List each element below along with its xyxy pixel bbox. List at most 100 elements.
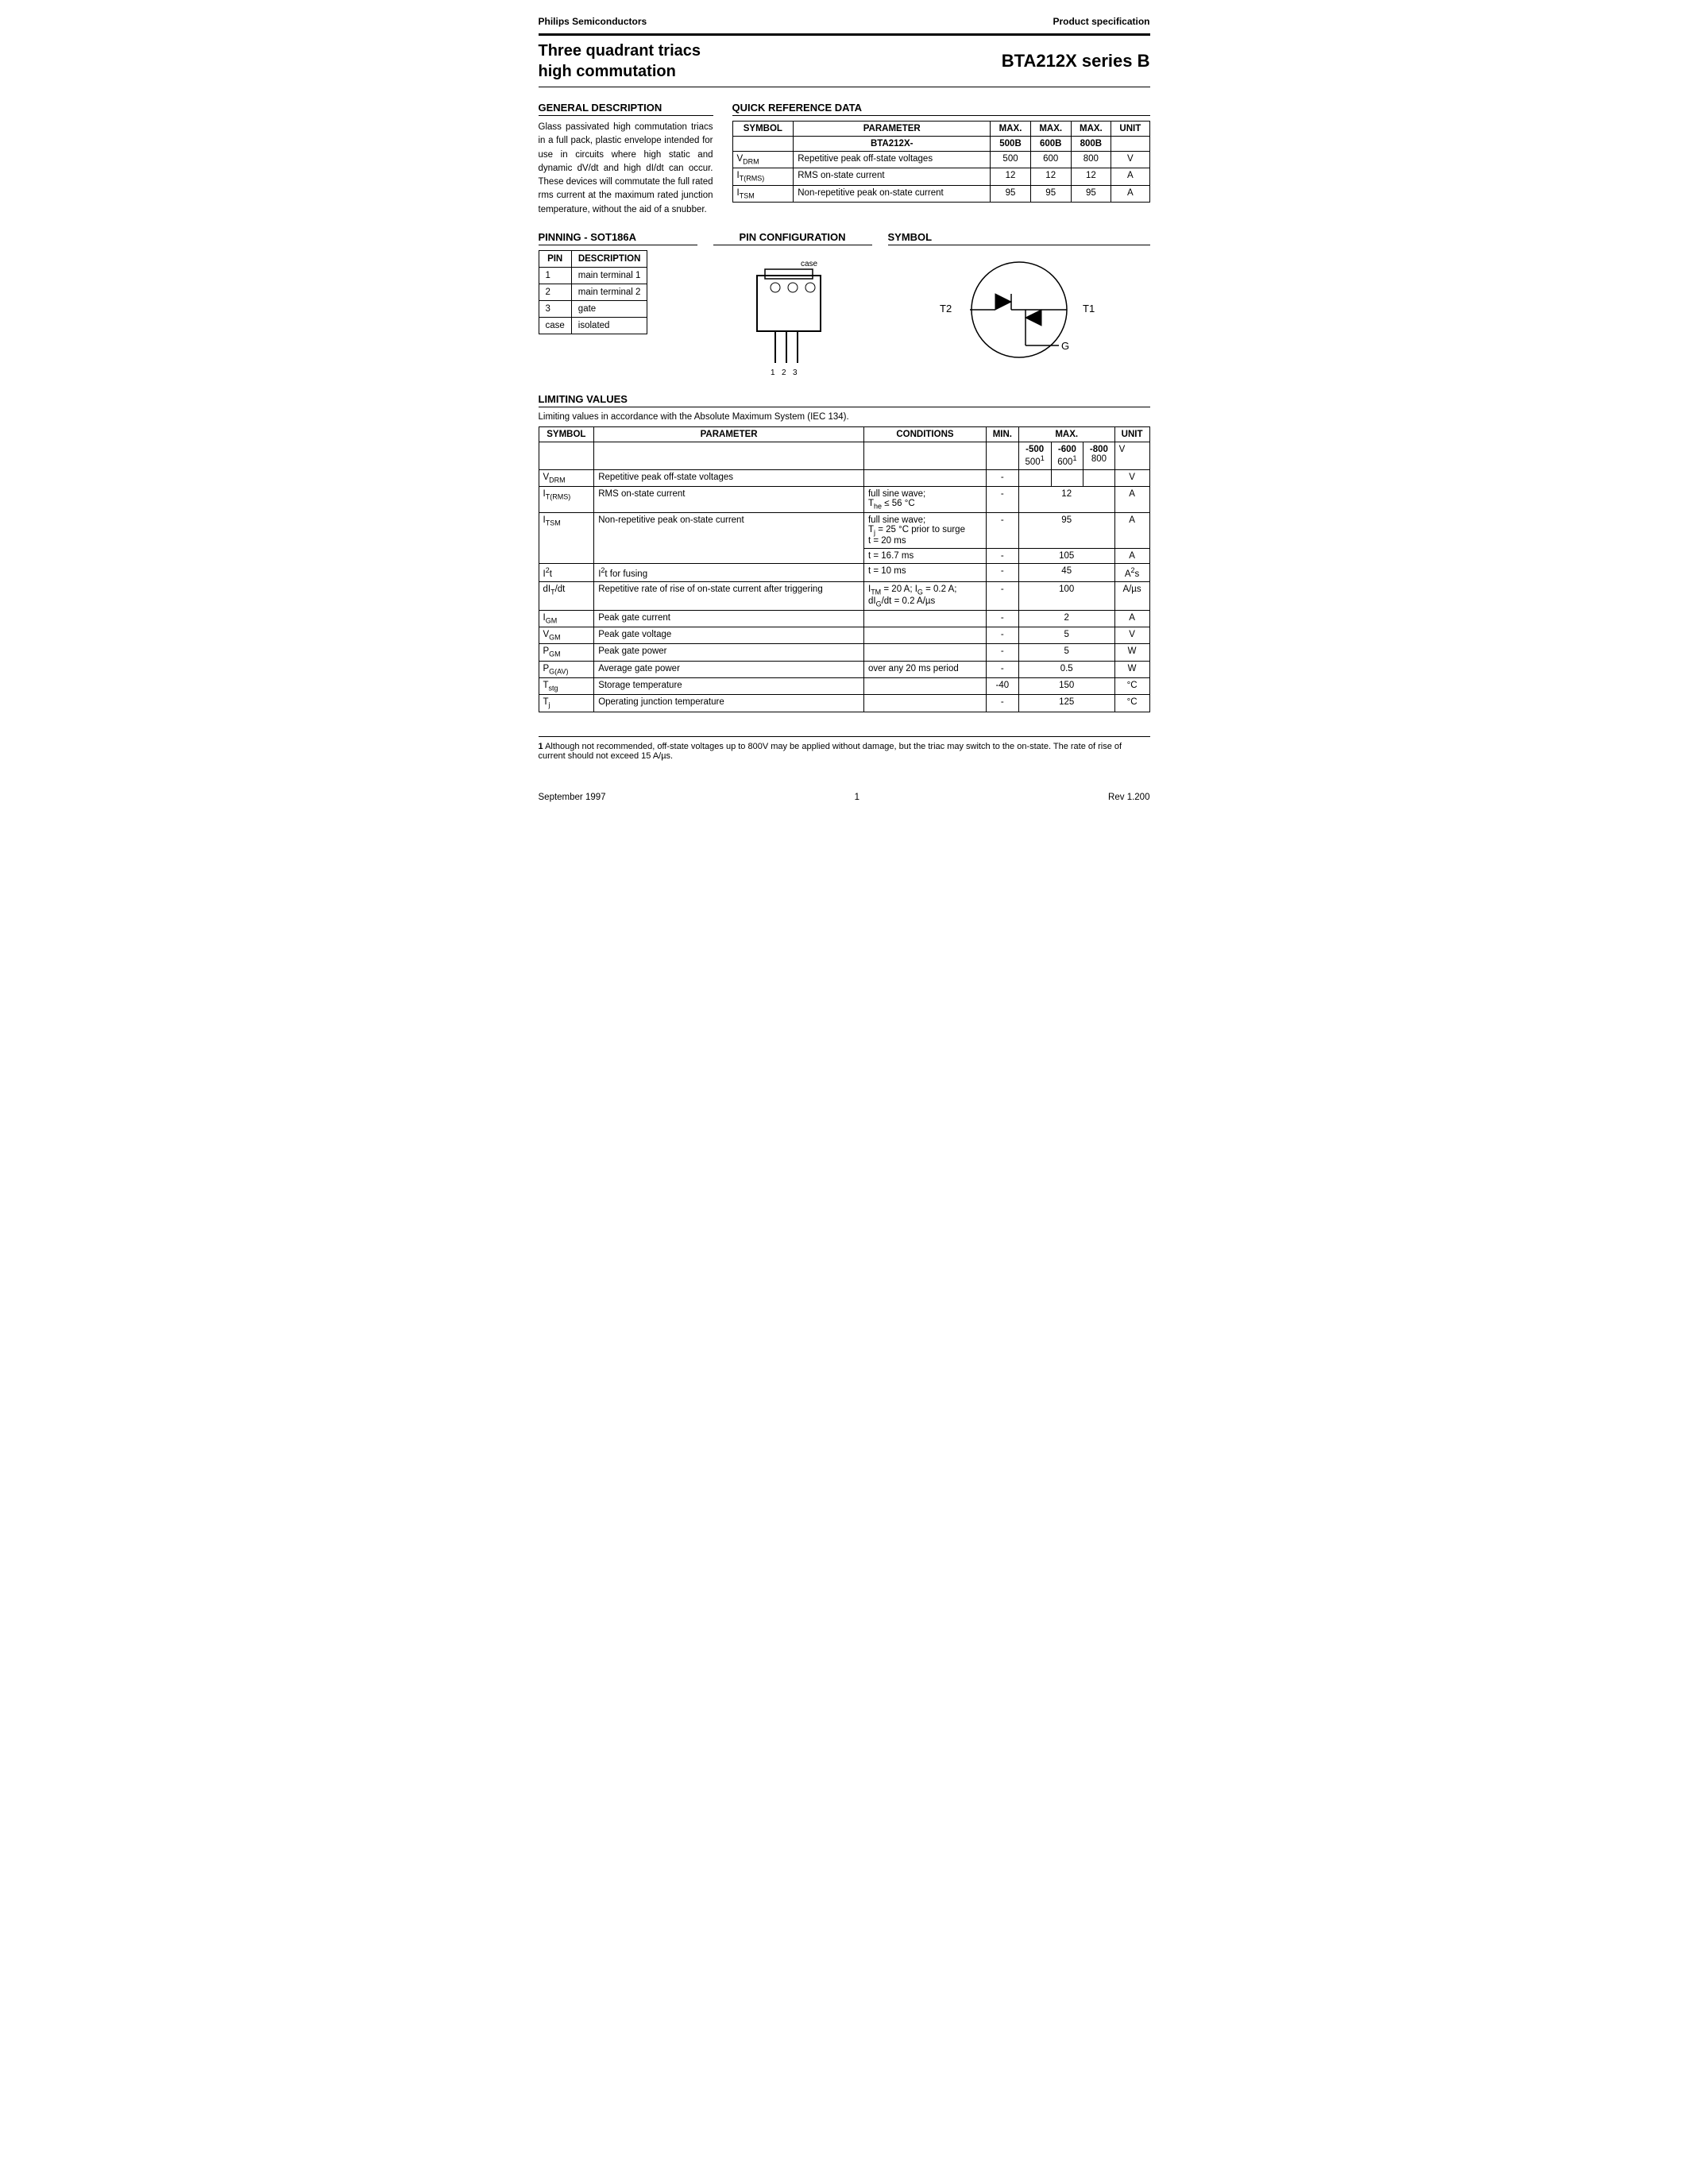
lv-tstg-max: 150 bbox=[1018, 678, 1114, 695]
pin-row-2: 2 main terminal 2 bbox=[539, 284, 647, 300]
lv-tstg-cond bbox=[863, 678, 986, 695]
lv-itrms-unit: A bbox=[1114, 486, 1149, 512]
lv-itsm-unit2: A bbox=[1114, 549, 1149, 564]
qr-subtitle-600b: 600B bbox=[1030, 137, 1071, 152]
lv-vdrm-param: Repetitive peak off-state voltages bbox=[594, 469, 864, 486]
footnote-content: Although not recommended, off-state volt… bbox=[539, 742, 1122, 761]
lv-tj-min: - bbox=[986, 695, 1018, 712]
pinning-col: PINNING - SOT186A PIN DESCRIPTION 1 main… bbox=[539, 231, 697, 334]
lv-row-vdrm: VDRM Repetitive peak off-state voltages … bbox=[539, 469, 1149, 486]
lv-vdrm-sym: VDRM bbox=[539, 469, 594, 486]
lv-tstg-param: Storage temperature bbox=[594, 678, 864, 695]
pin-config-col: PIN CONFIGURATION case 1 2 bbox=[713, 231, 872, 379]
footer-date: September 1997 bbox=[539, 793, 606, 802]
svg-text:T2: T2 bbox=[940, 303, 952, 314]
lv-tj-param: Operating junction temperature bbox=[594, 695, 864, 712]
lv-row-tj: Tj Operating junction temperature - 125 … bbox=[539, 695, 1149, 712]
lv-i2t-cond: t = 10 ms bbox=[863, 564, 986, 582]
qr-vdrm-sym: VDRM bbox=[732, 152, 794, 168]
lv-tj-unit: °C bbox=[1114, 695, 1149, 712]
footer-page: 1 bbox=[855, 793, 859, 802]
lv-sub-500: -5005001 bbox=[1018, 442, 1051, 469]
lv-igm-param: Peak gate current bbox=[594, 610, 864, 627]
lv-pgav-cond: over any 20 ms period bbox=[863, 661, 986, 677]
lv-itsm-param: Non-repetitive peak on-state current bbox=[594, 513, 864, 564]
lv-itrms-min: - bbox=[986, 486, 1018, 512]
limiting-values-table: SYMBOL PARAMETER CONDITIONS MIN. MAX. UN… bbox=[539, 426, 1150, 712]
qr-row-vdrm: VDRM Repetitive peak off-state voltages … bbox=[732, 152, 1149, 168]
qr-col-max3: MAX. bbox=[1071, 122, 1111, 137]
lv-vgm-unit: V bbox=[1114, 627, 1149, 644]
footer: September 1997 1 Rev 1.200 bbox=[539, 793, 1150, 802]
lv-igm-sym: IGM bbox=[539, 610, 594, 627]
pin-desc-1: main terminal 1 bbox=[571, 267, 647, 284]
lv-itsm-unit1: A bbox=[1114, 513, 1149, 549]
lv-i2t-max: 45 bbox=[1018, 564, 1114, 582]
title-right: BTA212X series B bbox=[1002, 51, 1150, 71]
lv-vdrm-max2 bbox=[1051, 469, 1083, 486]
company-name: Philips Semiconductors bbox=[539, 16, 647, 27]
symbol-col: SYMBOL T2 T1 bbox=[888, 231, 1150, 377]
lv-pgav-max: 0.5 bbox=[1018, 661, 1114, 677]
lv-vdrm-max1 bbox=[1018, 469, 1051, 486]
title-section: Three quadrant triacs high commutation B… bbox=[539, 33, 1150, 87]
lv-vgm-max: 5 bbox=[1018, 627, 1114, 644]
footnote-section: 1 Although not recommended, off-state vo… bbox=[539, 736, 1150, 761]
product-type: Product specification bbox=[1053, 16, 1149, 27]
pin-col-header: PIN bbox=[539, 250, 571, 267]
lv-row-didt: dIT/dt Repetitive rate of rise of on-sta… bbox=[539, 582, 1149, 611]
quick-reference-table: SYMBOL PARAMETER MAX. MAX. MAX. UNIT BTA… bbox=[732, 121, 1150, 203]
pin-num-1: 1 bbox=[539, 267, 571, 284]
lv-tj-max: 125 bbox=[1018, 695, 1114, 712]
lv-itsm-max2: 105 bbox=[1018, 549, 1114, 564]
lv-igm-unit: A bbox=[1114, 610, 1149, 627]
symbol-svg: T2 T1 G bbox=[932, 250, 1107, 377]
desc-col-header: DESCRIPTION bbox=[571, 250, 647, 267]
lv-row-vgm: VGM Peak gate voltage - 5 V bbox=[539, 627, 1149, 644]
svg-text:T1: T1 bbox=[1083, 303, 1095, 314]
lv-vgm-cond bbox=[863, 627, 986, 644]
lv-row-igm: IGM Peak gate current - 2 A bbox=[539, 610, 1149, 627]
lv-tj-sym: Tj bbox=[539, 695, 594, 712]
lv-vgm-min: - bbox=[986, 627, 1018, 644]
top-section: GENERAL DESCRIPTION Glass passivated hig… bbox=[539, 102, 1150, 217]
svg-text:3: 3 bbox=[793, 369, 798, 377]
lv-tstg-min: -40 bbox=[986, 678, 1018, 695]
footnote-text: 1 Although not recommended, off-state vo… bbox=[539, 742, 1150, 761]
pin-config-title: PIN CONFIGURATION bbox=[713, 231, 872, 245]
lv-pgm-sym: PGM bbox=[539, 644, 594, 661]
lv-vdrm-unit: V bbox=[1114, 469, 1149, 486]
pin-row-3: 3 gate bbox=[539, 300, 647, 317]
lv-vdrm-max3 bbox=[1083, 469, 1114, 486]
pin-desc-2: main terminal 2 bbox=[571, 284, 647, 300]
pinning-title: PINNING - SOT186A bbox=[539, 231, 697, 245]
lv-itsm-cond1: full sine wave;Tj = 25 °C prior to surge… bbox=[863, 513, 986, 549]
qr-subtitle-500b: 500B bbox=[991, 137, 1031, 152]
lv-i2t-sym: I2t bbox=[539, 564, 594, 582]
svg-text:1: 1 bbox=[771, 369, 775, 377]
pin-desc-3: gate bbox=[571, 300, 647, 317]
symbol-title: SYMBOL bbox=[888, 231, 1150, 245]
lv-didt-cond: ITM = 20 A; IG = 0.2 A;dIG/dt = 0.2 A/µs bbox=[863, 582, 986, 611]
lv-itsm-sym: ITSM bbox=[539, 513, 594, 564]
lv-pgav-unit: W bbox=[1114, 661, 1149, 677]
pin-row-1: 1 main terminal 1 bbox=[539, 267, 647, 284]
symbol-drawing: T2 T1 G bbox=[888, 250, 1150, 377]
pin-num-2: 2 bbox=[539, 284, 571, 300]
qr-vdrm-800: 800 bbox=[1071, 152, 1111, 168]
lv-pgav-param: Average gate power bbox=[594, 661, 864, 677]
qr-col-max2: MAX. bbox=[1030, 122, 1071, 137]
general-description-section: GENERAL DESCRIPTION Glass passivated hig… bbox=[539, 102, 713, 217]
lv-intro: Limiting values in accordance with the A… bbox=[539, 412, 1150, 422]
lv-tstg-sym: Tstg bbox=[539, 678, 594, 695]
qr-col-max1: MAX. bbox=[991, 122, 1031, 137]
qr-itrms-param: RMS on-state current bbox=[794, 168, 991, 185]
lv-vgm-param: Peak gate voltage bbox=[594, 627, 864, 644]
qr-row-itsm: ITSM Non-repetitive peak on-state curren… bbox=[732, 185, 1149, 202]
lv-title: LIMITING VALUES bbox=[539, 393, 1150, 407]
qr-col-symbol: SYMBOL bbox=[732, 122, 794, 137]
qr-subtitle-800b: 800B bbox=[1071, 137, 1111, 152]
qr-vdrm-param: Repetitive peak off-state voltages bbox=[794, 152, 991, 168]
title-line2: high commutation bbox=[539, 61, 701, 82]
qr-itrms-unit: A bbox=[1111, 168, 1149, 185]
